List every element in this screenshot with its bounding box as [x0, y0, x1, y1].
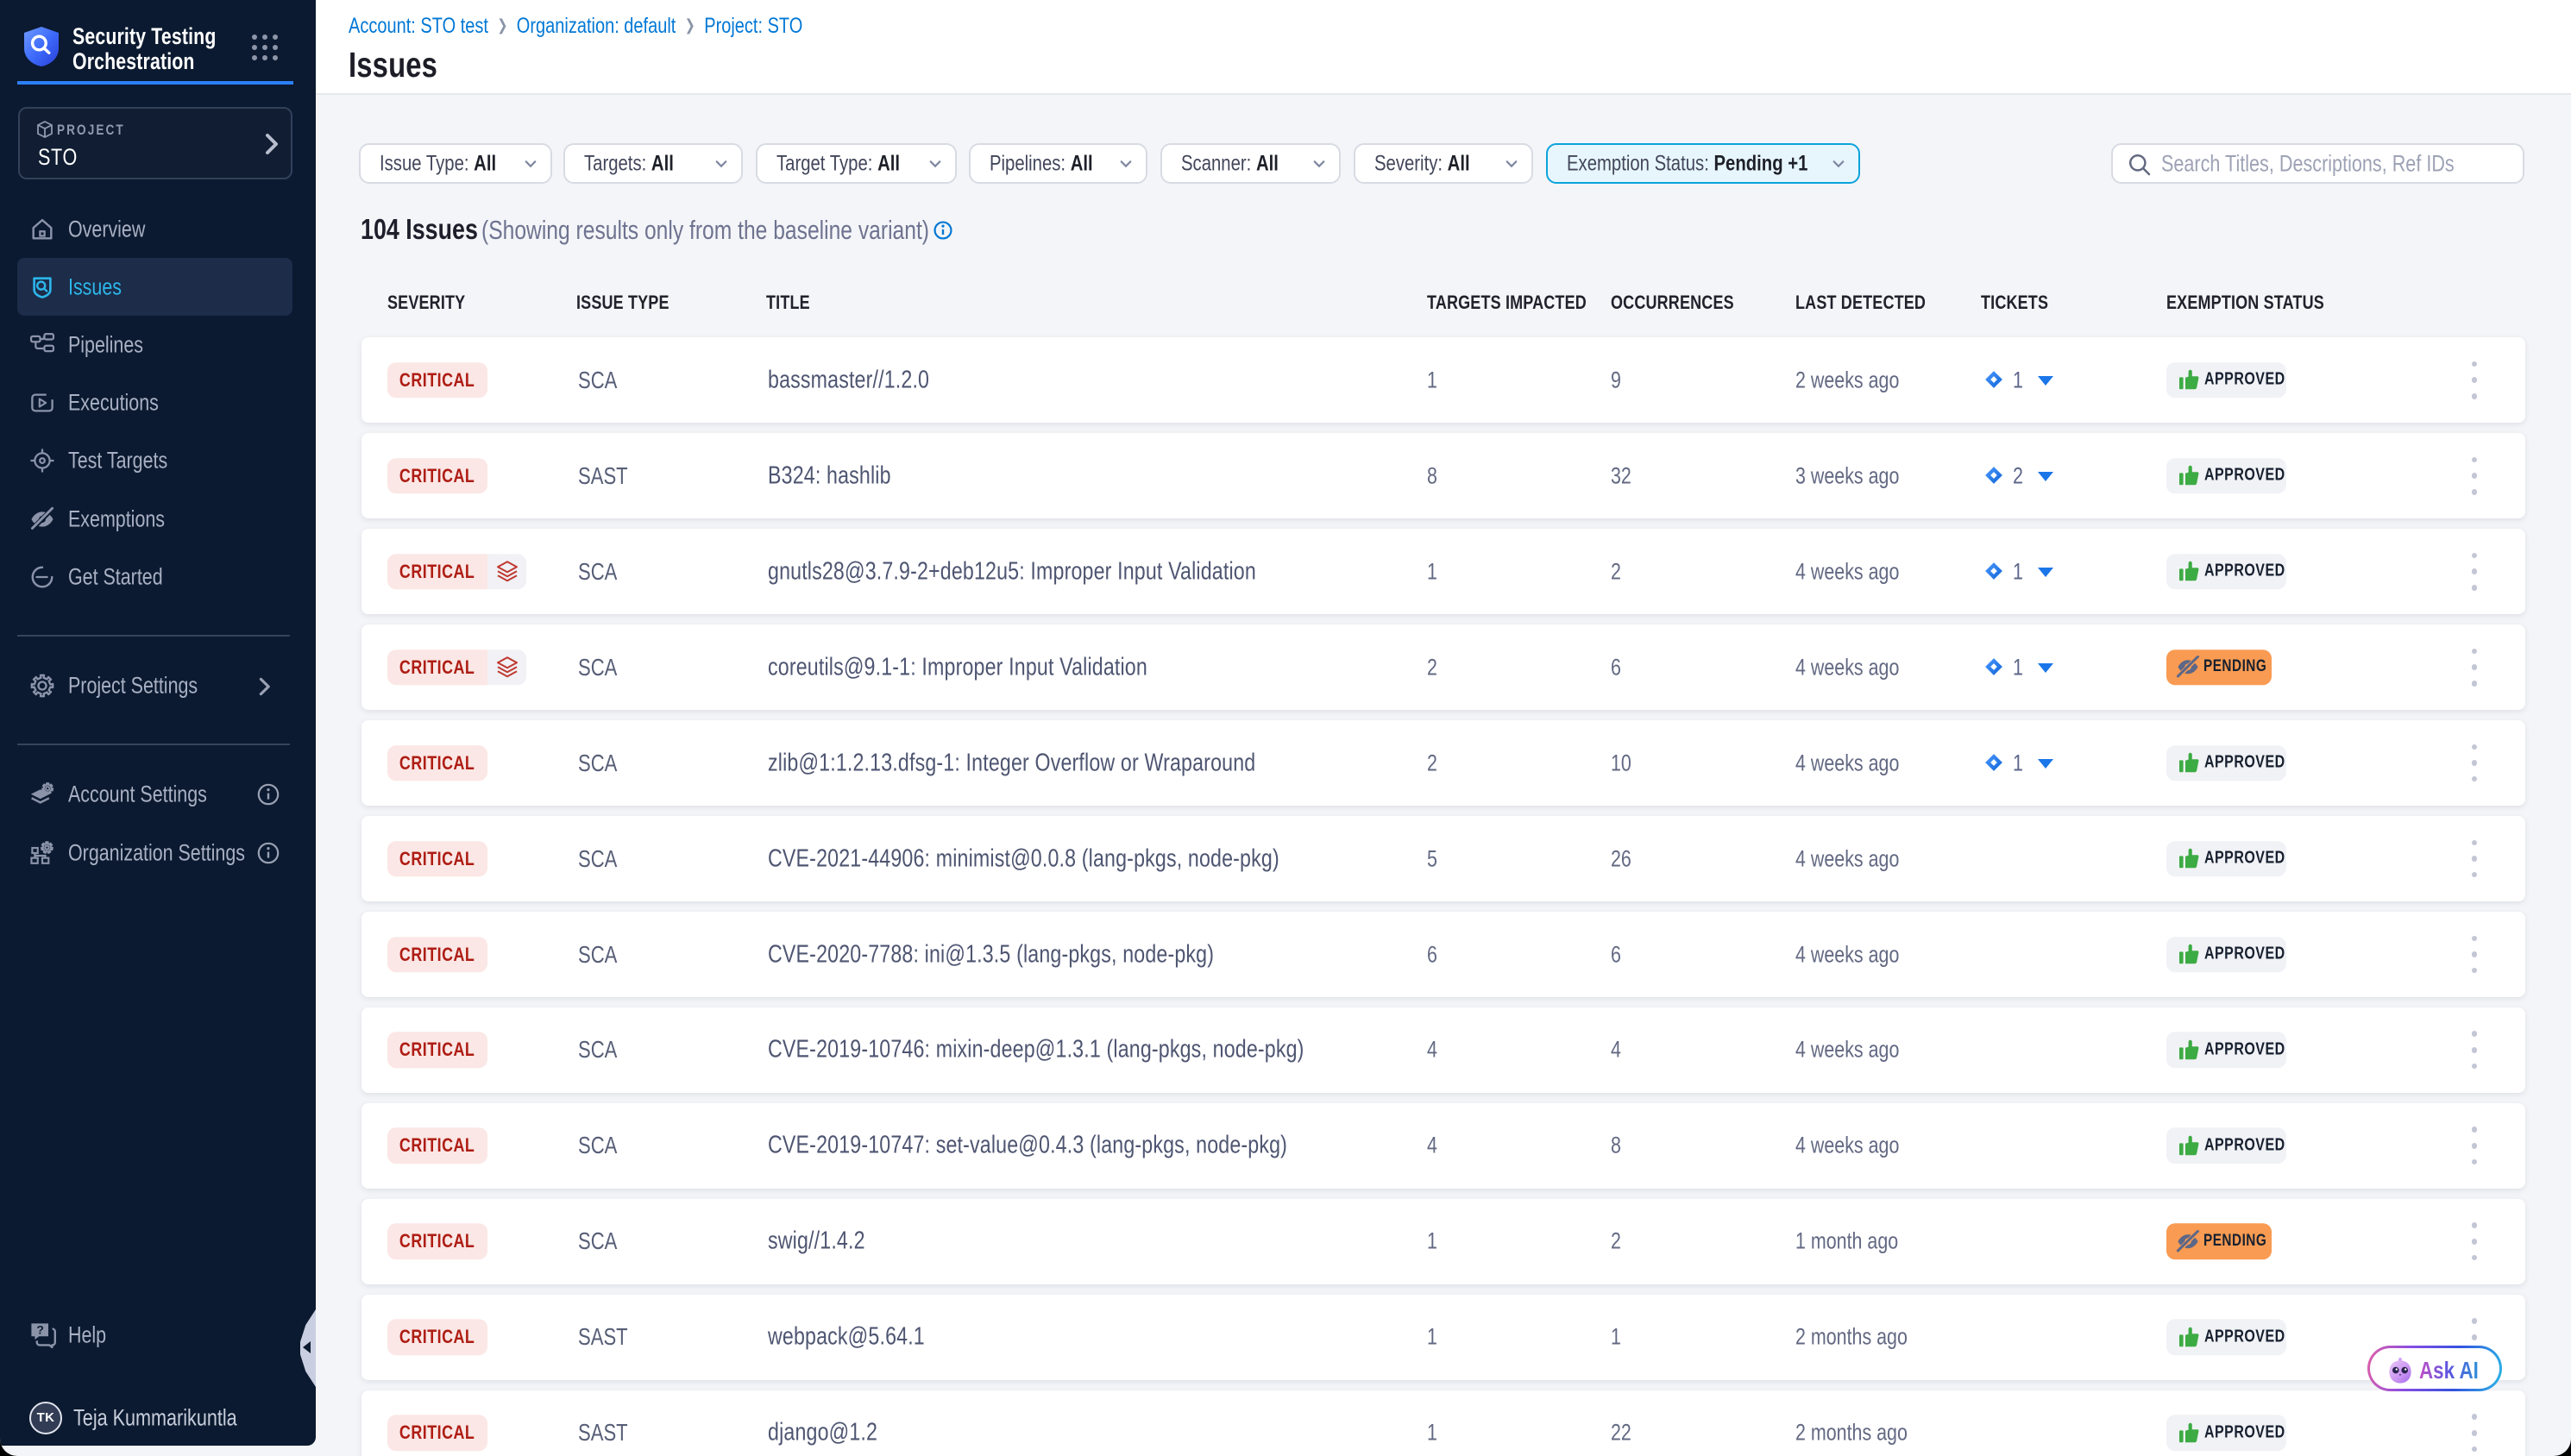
svg-text:?: ? — [36, 1323, 44, 1337]
